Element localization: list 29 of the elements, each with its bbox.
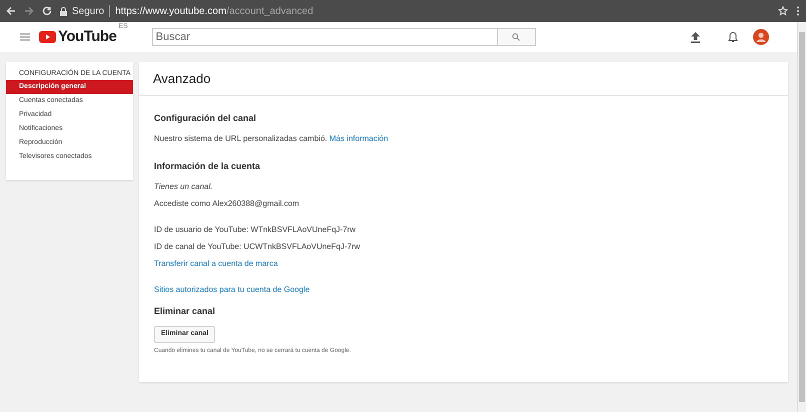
more-icon[interactable]: [796, 6, 800, 16]
link[interactable]: Transferir canal a cuenta de marca: [154, 258, 278, 270]
info-link[interactable]: Más información: [329, 134, 388, 142]
play-logo-icon[interactable]: [39, 31, 56, 43]
avatar-icon[interactable]: [753, 29, 769, 45]
lock-icon: [60, 6, 67, 16]
upload-icon[interactable]: [691, 32, 700, 42]
section-heading: Información de la cuenta: [154, 160, 260, 174]
reload-icon[interactable]: [42, 6, 52, 16]
search-icon: [512, 33, 520, 41]
info-text: Accediste como Alex260388@gmail.com: [154, 198, 300, 210]
search-field[interactable]: Buscar: [152, 28, 498, 46]
forward-icon[interactable]: [24, 6, 34, 16]
scrollbar[interactable]: [797, 22, 806, 412]
info-text: Tienes un canal.: [154, 180, 213, 192]
info-text: ID de canal de YouTube: UCWTnkBSVFLAoVUneFqJ-7rw: [154, 240, 360, 252]
info-text: Nuestro sistema de URL personalizadas cambió. Más información: [154, 132, 388, 144]
info-text: ID de usuario de YouTube: WTnkBSVFLAoVUneFqJ-7rw: [154, 224, 356, 236]
section-heading: Configuración del canal: [154, 112, 256, 126]
link[interactable]: Sitios autorizados para tu cuenta de Google: [154, 284, 310, 296]
section-heading: Eliminar canal: [154, 305, 216, 318]
logo-text[interactable]: YouTube: [58, 26, 116, 48]
security-label: Seguro: [72, 4, 104, 18]
menu-icon[interactable]: [20, 33, 30, 41]
bell-icon[interactable]: [728, 31, 738, 43]
star-icon[interactable]: [778, 6, 788, 16]
page-title: Avanzado: [153, 70, 211, 88]
address-bar[interactable]: https://www.youtube.com/account_advanced: [115, 4, 314, 18]
back-icon[interactable]: [6, 6, 16, 16]
